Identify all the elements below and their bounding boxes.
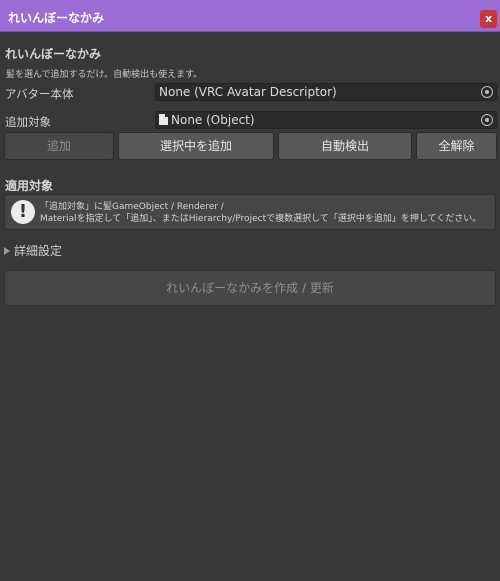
target-field-value: None (Object)	[171, 113, 255, 127]
info-helpbox: ! 「追加対象」に髪GameObject / Renderer / Materi…	[4, 194, 496, 230]
applied-targets-title: 適用対象	[5, 179, 54, 193]
clear-all-button[interactable]: 全解除	[416, 132, 497, 160]
helpbox-line-1: 「追加対象」に髪GameObject / Renderer /	[40, 202, 224, 212]
foldout-triangle-icon	[4, 247, 10, 255]
helpbox-line-2: Materialを指定して「追加」、またはHierarchy/Projectで複…	[40, 214, 482, 224]
advanced-settings-foldout[interactable]: 詳細設定	[4, 242, 62, 259]
close-button[interactable]: x	[480, 10, 497, 28]
object-picker-icon[interactable]	[481, 86, 493, 98]
target-field-content: None (Object)	[159, 113, 255, 127]
exclamation-icon: !	[11, 200, 35, 224]
object-picker-icon[interactable]	[481, 114, 493, 126]
target-label: 追加対象	[5, 115, 51, 129]
document-icon	[159, 114, 168, 125]
add-selected-button[interactable]: 選択中を追加	[118, 132, 274, 160]
window-title: れいんぼーなかみ	[8, 11, 105, 25]
avatar-label: アバター本体	[5, 87, 74, 101]
add-button[interactable]: 追加	[4, 132, 114, 160]
auto-detect-button[interactable]: 自動検出	[278, 132, 412, 160]
avatar-field-value: None (VRC Avatar Descriptor)	[159, 85, 337, 99]
advanced-settings-label: 詳細設定	[14, 244, 63, 258]
page-title: れいんぼーなかみ	[5, 47, 102, 61]
create-update-button[interactable]: れいんぼーなかみを作成 / 更新	[4, 270, 496, 306]
target-field[interactable]: None (Object)	[155, 111, 497, 129]
helpbox-text: 「追加対象」に髪GameObject / Renderer / Material…	[40, 201, 481, 225]
avatar-field[interactable]: None (VRC Avatar Descriptor)	[155, 83, 497, 101]
description-text: 髪を選んで追加するだけ。自動検出も使えます。	[6, 70, 203, 80]
window-titlebar: れいんぼーなかみ x	[0, 0, 500, 32]
